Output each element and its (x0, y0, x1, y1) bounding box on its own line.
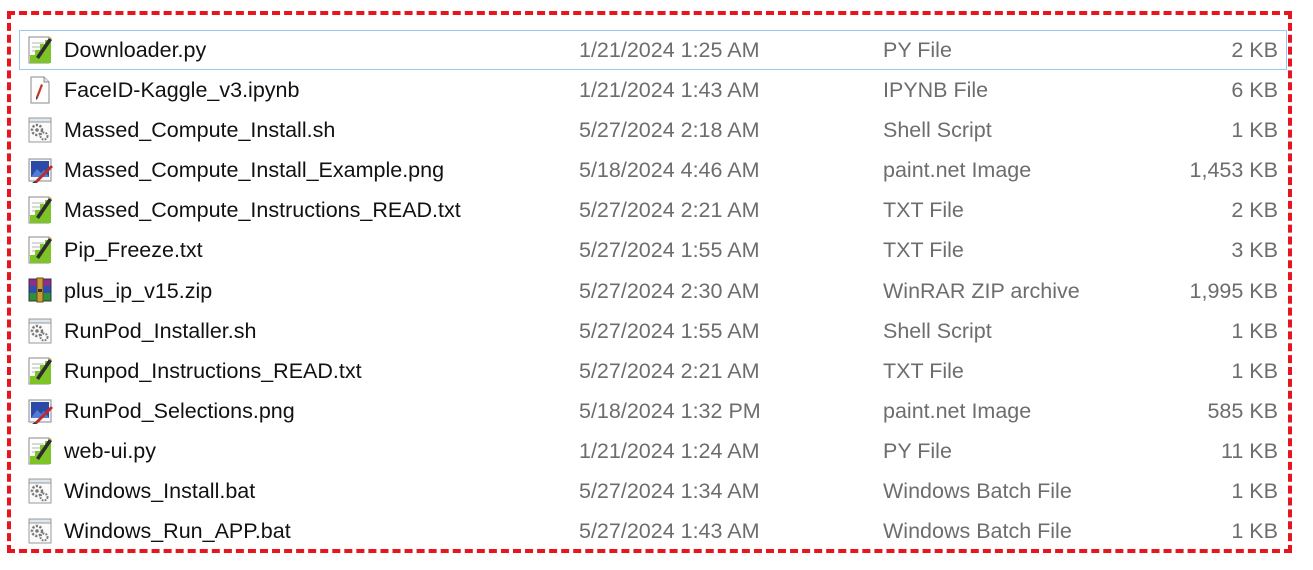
file-type: WinRAR ZIP archive (883, 278, 1080, 303)
file-row[interactable]: Downloader.py 1/21/2024 1:25 AM PY File 2 K… (19, 30, 1287, 71)
file-type: TXT File (883, 358, 964, 383)
file-date-modified: 5/27/2024 1:55 AM (579, 238, 760, 263)
file-row[interactable]: Massed_Compute_Install_Example.png 5/18/2… (19, 150, 1287, 190)
file-type: Shell Script (883, 118, 992, 143)
file-date-modified: 5/27/2024 1:43 AM (579, 519, 760, 544)
text-file-icon (27, 356, 53, 386)
winrar-archive-icon (27, 276, 53, 306)
file-size: 1 KB (1231, 358, 1278, 383)
file-type: TXT File (883, 198, 964, 223)
py-file-icon (27, 436, 53, 466)
file-date-modified: 5/27/2024 2:21 AM (579, 358, 760, 383)
file-row[interactable]: Massed_Compute_Install.sh 5/27/2024 2:18 … (19, 110, 1287, 150)
file-type: PY File (883, 38, 952, 62)
file-row[interactable]: Runpod_Instructions_READ.txt 5/27/2024 2:… (19, 351, 1287, 391)
file-name: Massed_Compute_Install_Example.png (64, 158, 445, 183)
file-date-modified: 5/27/2024 1:55 AM (579, 318, 760, 343)
script-gear-icon (27, 115, 53, 145)
text-file-icon (27, 195, 53, 225)
file-size: 2 KB (1231, 38, 1278, 62)
py-file-icon (27, 35, 53, 65)
file-row[interactable]: RunPod_Installer.sh 5/27/2024 1:55 AM Shel… (19, 311, 1287, 351)
file-type: paint.net Image (883, 158, 1032, 183)
file-name: Massed_Compute_Install.sh (64, 118, 336, 143)
file-size: 1,995 KB (1189, 278, 1278, 303)
paintnet-image-icon (27, 396, 53, 426)
file-row[interactable]: web-ui.py 1/21/2024 1:24 AM PY File 11 KB (19, 431, 1287, 471)
file-size: 1 KB (1231, 519, 1278, 544)
file-type: PY File (883, 438, 952, 463)
file-name: plus_ip_v15.zip (64, 278, 213, 303)
file-size: 2 KB (1231, 198, 1278, 223)
file-date-modified: 5/27/2024 2:18 AM (579, 118, 760, 143)
file-date-modified: 5/27/2024 1:34 AM (579, 479, 760, 504)
file-date-modified: 5/18/2024 4:46 AM (579, 158, 760, 183)
file-name: web-ui.py (64, 438, 157, 463)
file-type: Windows Batch File (883, 479, 1072, 504)
file-name: Runpod_Instructions_READ.txt (64, 358, 362, 383)
file-type: TXT File (883, 238, 964, 263)
file-date-modified: 5/27/2024 2:21 AM (579, 198, 760, 223)
file-row[interactable]: Massed_Compute_Instructions_READ.txt 5/27… (19, 190, 1287, 230)
batch-gear-icon (27, 516, 53, 546)
file-type: Shell Script (883, 318, 992, 343)
text-file-icon (27, 235, 53, 265)
file-name: Windows_Run_APP.bat (64, 519, 291, 544)
file-date-modified: 1/21/2024 1:24 AM (579, 438, 760, 463)
file-name: RunPod_Selections.png (64, 398, 295, 423)
file-size: 11 KB (1221, 438, 1278, 463)
file-date-modified: 1/21/2024 1:43 AM (579, 78, 760, 103)
file-row[interactable]: Windows_Install.bat 5/27/2024 1:34 AM Wind… (19, 471, 1287, 511)
ipynb-file-icon (27, 75, 53, 105)
file-name: Downloader.py (64, 38, 207, 62)
file-name: FaceID-Kaggle_v3.ipynb (64, 78, 300, 103)
file-row[interactable]: FaceID-Kaggle_v3.ipynb 1/21/2024 1:43 AM I… (19, 70, 1287, 110)
file-size: 1,453 KB (1189, 158, 1278, 183)
batch-gear-icon (27, 476, 53, 506)
file-name: Massed_Compute_Instructions_READ.txt (64, 198, 461, 223)
file-type: Windows Batch File (883, 519, 1072, 544)
file-list[interactable]: Downloader.py 1/21/2024 1:25 AM PY File 2 K… (19, 30, 1287, 551)
file-size: 3 KB (1231, 238, 1278, 263)
file-name: Pip_Freeze.txt (64, 238, 203, 263)
paintnet-image-icon (27, 155, 53, 185)
file-row[interactable]: plus_ip_v15.zip 5/27/2024 2:30 AM WinRAR Z… (19, 271, 1287, 311)
file-row[interactable]: Pip_Freeze.txt 5/27/2024 1:55 AM TXT File 3… (19, 230, 1287, 270)
file-size: 1 KB (1231, 479, 1278, 504)
file-type: IPYNB File (883, 78, 989, 103)
file-size: 585 KB (1207, 398, 1278, 423)
file-size: 6 KB (1231, 78, 1278, 103)
file-name: RunPod_Installer.sh (64, 318, 257, 343)
file-date-modified: 5/18/2024 1:32 PM (579, 398, 761, 423)
file-type: paint.net Image (883, 398, 1032, 423)
file-size: 1 KB (1231, 318, 1278, 343)
file-date-modified: 5/27/2024 2:30 AM (579, 278, 760, 303)
script-gear-icon (27, 316, 53, 346)
file-size: 1 KB (1231, 118, 1278, 143)
file-row[interactable]: RunPod_Selections.png 5/18/2024 1:32 PM pa… (19, 391, 1287, 431)
file-row[interactable]: Windows_Run_APP.bat 5/27/2024 1:43 AM Wind… (19, 511, 1287, 551)
file-date-modified: 1/21/2024 1:25 AM (579, 38, 760, 62)
file-name: Windows_Install.bat (64, 479, 256, 504)
